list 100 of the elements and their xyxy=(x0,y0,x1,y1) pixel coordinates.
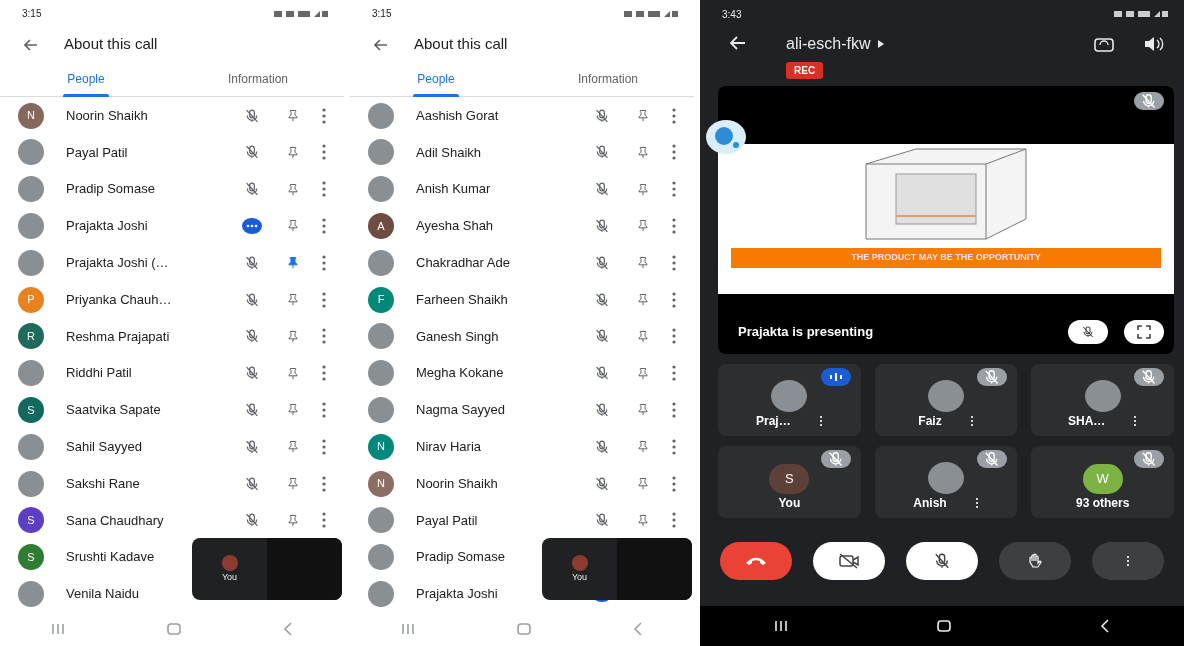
tab[interactable]: Information xyxy=(172,61,344,97)
mic-off-icon[interactable] xyxy=(245,438,259,455)
pin-icon[interactable] xyxy=(637,255,649,271)
participant-tile[interactable]: SHA… xyxy=(1031,364,1174,436)
mic-off-icon[interactable] xyxy=(245,512,259,529)
pin-icon[interactable] xyxy=(637,144,649,160)
mic-off-icon[interactable] xyxy=(245,181,259,198)
more-options-icon[interactable] xyxy=(321,216,327,235)
mic-off-icon[interactable] xyxy=(245,475,259,492)
pin-icon[interactable] xyxy=(287,402,299,418)
pin-icon[interactable] xyxy=(287,365,299,381)
mic-off-icon[interactable] xyxy=(245,328,259,345)
pin-icon[interactable] xyxy=(287,218,299,234)
more-options-icon[interactable] xyxy=(671,216,677,235)
switch-camera-icon[interactable] xyxy=(1094,36,1114,52)
mic-off-icon[interactable] xyxy=(595,365,609,382)
more-options-icon[interactable] xyxy=(969,414,974,428)
mic-off-icon[interactable] xyxy=(245,291,259,308)
mic-toggle-button[interactable] xyxy=(906,542,978,580)
mic-off-icon[interactable] xyxy=(595,328,609,345)
more-options-icon[interactable] xyxy=(321,364,327,383)
more-options-icon[interactable] xyxy=(671,106,677,125)
mic-off-icon[interactable] xyxy=(595,438,609,455)
fullscreen-button[interactable] xyxy=(1124,320,1164,344)
back-arrow-icon[interactable] xyxy=(24,38,38,51)
more-options-icon[interactable] xyxy=(321,253,327,272)
more-options-icon[interactable] xyxy=(1133,414,1138,428)
participant-tile[interactable]: Anish xyxy=(874,446,1018,518)
mic-off-icon[interactable] xyxy=(245,401,259,418)
pin-icon[interactable] xyxy=(637,108,649,124)
pin-icon[interactable] xyxy=(637,512,649,528)
more-options-icon[interactable] xyxy=(321,327,327,346)
mic-off-icon[interactable] xyxy=(595,475,609,492)
more-options-icon[interactable] xyxy=(671,400,677,419)
more-options-icon[interactable] xyxy=(321,143,327,162)
more-options-icon[interactable] xyxy=(671,253,677,272)
floating-call-window[interactable]: You xyxy=(192,538,342,601)
more-options-icon[interactable] xyxy=(671,290,677,309)
pin-icon[interactable] xyxy=(287,476,299,491)
camera-toggle-button[interactable] xyxy=(813,542,886,580)
more-options-icon[interactable] xyxy=(671,474,677,493)
mic-off-icon[interactable] xyxy=(595,217,609,234)
raise-hand-button[interactable] xyxy=(998,542,1071,580)
meeting-code[interactable]: ali-esch-fkw xyxy=(786,32,871,56)
mic-off-icon[interactable] xyxy=(595,291,609,308)
pin-icon[interactable] xyxy=(287,512,299,528)
more-options-icon[interactable] xyxy=(671,143,677,162)
mic-off-icon[interactable] xyxy=(245,365,259,382)
pin-icon[interactable] xyxy=(637,328,649,344)
pin-icon[interactable] xyxy=(287,292,299,307)
mic-off-icon[interactable] xyxy=(595,144,609,161)
more-options-icon[interactable] xyxy=(671,327,677,346)
tab[interactable]: Information xyxy=(522,61,694,97)
pin-icon[interactable] xyxy=(287,181,299,197)
participant-tile[interactable]: Faiz xyxy=(874,364,1018,436)
pin-icon[interactable] xyxy=(287,328,299,344)
mic-off-icon[interactable] xyxy=(245,254,259,271)
participant-tile[interactable]: Praj… xyxy=(718,364,861,436)
more-options-icon[interactable] xyxy=(321,180,327,199)
pin-icon[interactable] xyxy=(287,144,299,160)
floating-call-window[interactable]: You xyxy=(542,538,692,601)
participant-tile[interactable]: W 93 others xyxy=(1031,446,1174,518)
more-options-icon[interactable] xyxy=(671,364,677,383)
more-options-icon[interactable] xyxy=(671,437,677,456)
pin-icon[interactable] xyxy=(637,402,649,418)
more-options-icon[interactable] xyxy=(321,290,327,309)
mic-off-icon[interactable] xyxy=(595,512,609,529)
more-options-icon[interactable] xyxy=(321,437,327,456)
pin-icon[interactable] xyxy=(287,439,299,455)
mic-off-icon[interactable] xyxy=(595,401,609,418)
mute-presentation-button[interactable] xyxy=(1068,320,1108,344)
pin-icon[interactable] xyxy=(637,218,649,234)
pin-icon[interactable] xyxy=(637,292,649,307)
speaker-icon[interactable] xyxy=(1144,36,1164,52)
pin-icon[interactable] xyxy=(287,255,299,271)
tab[interactable]: People xyxy=(350,61,522,97)
mic-off-icon xyxy=(1082,325,1094,339)
pin-icon[interactable] xyxy=(287,108,299,124)
mic-off-icon[interactable] xyxy=(245,144,259,161)
more-options-icon[interactable] xyxy=(818,414,823,428)
tab[interactable]: People xyxy=(0,61,172,97)
mic-off-icon[interactable] xyxy=(595,254,609,271)
more-options-icon[interactable] xyxy=(321,400,327,419)
more-options-icon[interactable] xyxy=(321,474,327,493)
more-options-icon[interactable] xyxy=(671,180,677,199)
end-call-button[interactable] xyxy=(720,542,793,580)
pin-icon[interactable] xyxy=(637,365,649,381)
more-options-icon[interactable] xyxy=(671,511,677,530)
mic-off-icon[interactable] xyxy=(245,107,259,124)
pin-icon[interactable] xyxy=(637,439,649,455)
chevron-icon[interactable] xyxy=(878,40,885,48)
participant-tile[interactable]: S You xyxy=(718,446,861,518)
mic-off-icon[interactable] xyxy=(595,107,609,124)
pin-icon[interactable] xyxy=(637,181,649,197)
more-options-icon[interactable] xyxy=(974,496,979,510)
pin-icon[interactable] xyxy=(637,476,649,491)
more-options-icon[interactable] xyxy=(321,511,327,530)
back-arrow-icon[interactable] xyxy=(374,38,388,51)
more-options-icon[interactable] xyxy=(321,106,327,125)
mic-off-icon[interactable] xyxy=(595,181,609,198)
